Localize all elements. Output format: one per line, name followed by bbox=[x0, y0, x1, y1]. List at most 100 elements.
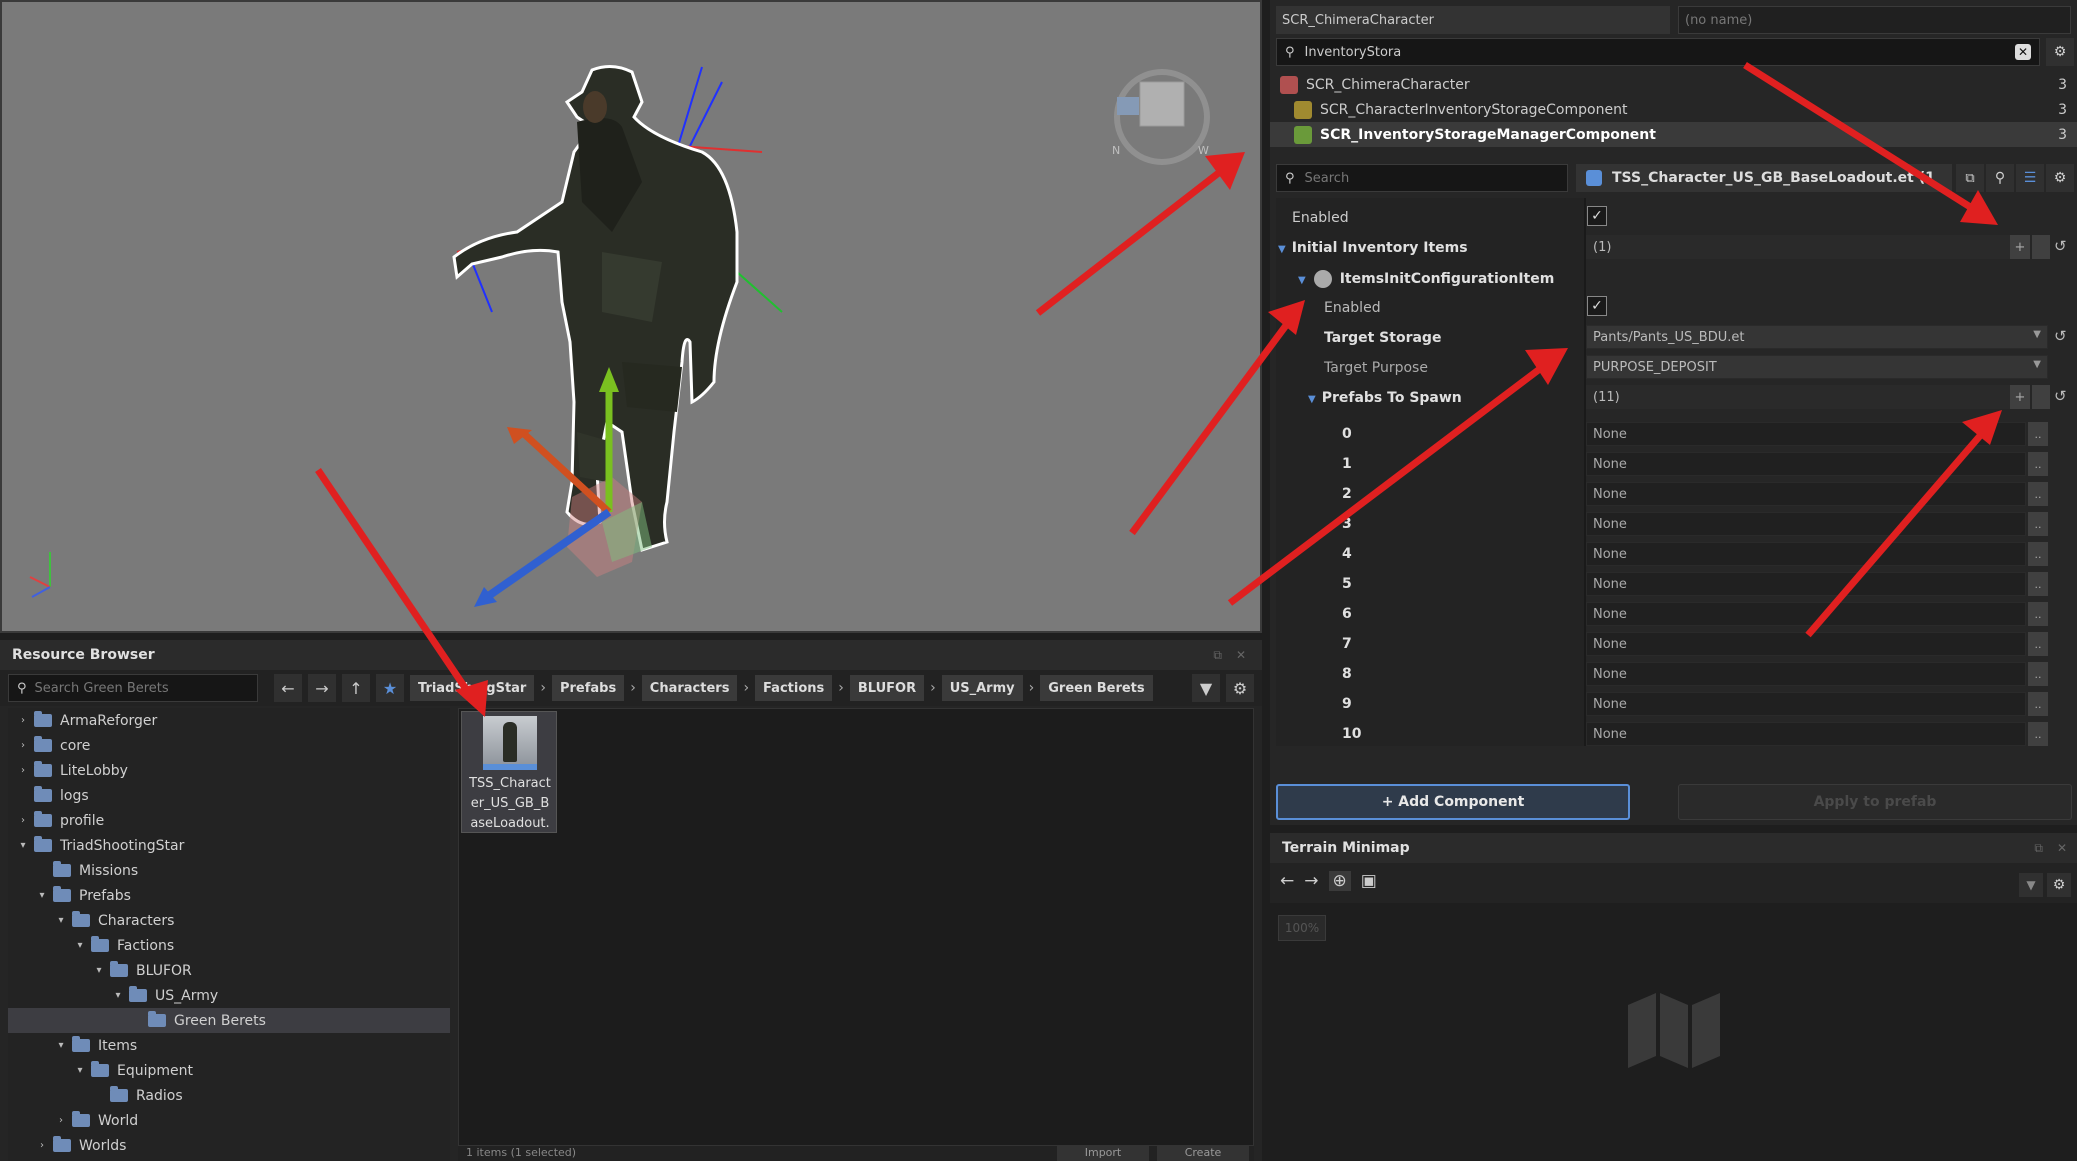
component-item[interactable]: SCR_InventoryStorageManagerComponent 3 bbox=[1270, 122, 2077, 147]
breadcrumb-item[interactable]: ngStar bbox=[475, 675, 535, 701]
close-panel-icon[interactable]: ✕ bbox=[1236, 648, 1246, 662]
browse-prefab-button[interactable]: .. bbox=[2028, 452, 2048, 476]
prefab-slot-field[interactable]: None bbox=[1586, 572, 2026, 596]
reset-icon[interactable]: ↺ bbox=[2054, 387, 2067, 405]
tree-item[interactable]: ▾ Prefabs bbox=[8, 883, 450, 908]
add-prefab-button[interactable]: + bbox=[2010, 385, 2030, 409]
array-menu-button[interactable] bbox=[2032, 385, 2050, 409]
chevron-icon[interactable]: ▾ bbox=[73, 1065, 87, 1076]
up-button[interactable]: ↑ bbox=[342, 674, 370, 702]
component-item[interactable]: SCR_CharacterInventoryStorageComponent 3 bbox=[1270, 97, 2077, 122]
browse-prefab-button[interactable]: .. bbox=[2028, 692, 2048, 716]
prefabs-to-spawn-label[interactable]: ▼ Prefabs To Spawn bbox=[1308, 390, 1462, 406]
tree-item[interactable]: ▾ Characters bbox=[8, 908, 450, 933]
filter-button[interactable]: ▼ bbox=[1192, 674, 1220, 702]
tree-item[interactable]: › ArmaReforger bbox=[8, 708, 450, 733]
minimap-canvas[interactable]: 100% bbox=[1270, 903, 2077, 1161]
tree-item[interactable]: ▾ Items bbox=[8, 1033, 450, 1058]
tree-item[interactable]: Radios bbox=[8, 1083, 450, 1108]
asset-tile[interactable]: TSS_Charact er_US_GB_B aseLoadout. bbox=[461, 711, 557, 833]
chevron-icon[interactable]: ▾ bbox=[73, 940, 87, 951]
scene-viewport[interactable]: N W bbox=[0, 0, 1262, 633]
entity-class-field[interactable]: SCR_ChimeraCharacter bbox=[1276, 6, 1670, 34]
tree-item[interactable]: Green Berets bbox=[8, 1008, 450, 1033]
undock-icon[interactable]: ⧉ bbox=[2034, 841, 2043, 856]
breadcrumb-item[interactable]: Characters bbox=[641, 675, 738, 701]
chevron-icon[interactable]: ▾ bbox=[16, 840, 30, 851]
chevron-icon[interactable]: ▾ bbox=[35, 890, 49, 901]
add-component-button[interactable]: + Add Component bbox=[1276, 784, 1630, 820]
browse-prefab-button[interactable]: .. bbox=[2028, 722, 2048, 746]
property-search-input[interactable]: ⚲ Search bbox=[1276, 164, 1568, 192]
chevron-icon[interactable]: › bbox=[54, 1115, 68, 1126]
add-item-button[interactable]: + bbox=[2010, 235, 2030, 259]
breadcrumb-item[interactable]: Factions bbox=[755, 675, 833, 701]
chevron-icon[interactable]: ▾ bbox=[54, 1040, 68, 1051]
prefab-slot-field[interactable]: None bbox=[1586, 542, 2026, 566]
browse-prefab-button[interactable]: .. bbox=[2028, 482, 2048, 506]
breadcrumb-item[interactable]: TriadSh bbox=[410, 675, 476, 701]
reset-icon[interactable]: ↺ bbox=[2054, 237, 2067, 255]
filter-icon[interactable]: ▼ bbox=[2019, 873, 2043, 897]
undock-icon[interactable]: ⧉ bbox=[1213, 648, 1222, 663]
browse-prefab-button[interactable]: .. bbox=[2028, 662, 2048, 686]
open-external-icon[interactable]: ⧉ bbox=[1956, 164, 1984, 192]
prefab-slot-field[interactable]: None bbox=[1586, 662, 2026, 686]
tree-item[interactable]: › LiteLobby bbox=[8, 758, 450, 783]
component-search-input[interactable]: ⚲ InventoryStora ✕ bbox=[1276, 38, 2040, 66]
tree-item[interactable]: ▾ Equipment bbox=[8, 1058, 450, 1083]
gear-icon[interactable]: ⚙ bbox=[2046, 164, 2074, 192]
clear-search-icon[interactable]: ✕ bbox=[2015, 44, 2031, 60]
import-button[interactable]: Import bbox=[1057, 1146, 1149, 1161]
breadcrumb-item[interactable]: Prefabs bbox=[551, 675, 625, 701]
create-button[interactable]: Create bbox=[1157, 1146, 1249, 1161]
prefab-slot-field[interactable]: None bbox=[1586, 722, 2026, 746]
chevron-icon[interactable]: ▾ bbox=[54, 915, 68, 926]
prefab-slot-field[interactable]: None bbox=[1586, 602, 2026, 626]
chevron-icon[interactable]: › bbox=[16, 715, 30, 726]
find-icon[interactable]: ⚲ bbox=[1986, 164, 2014, 192]
orientation-cube-icon[interactable]: N W bbox=[1112, 69, 1210, 165]
reset-icon[interactable]: ↺ bbox=[2054, 327, 2067, 345]
prefab-slot-field[interactable]: None bbox=[1586, 692, 2026, 716]
tree-item[interactable]: › core bbox=[8, 733, 450, 758]
browse-prefab-button[interactable]: .. bbox=[2028, 422, 2048, 446]
tree-item[interactable]: ▾ TriadShootingStar bbox=[8, 833, 450, 858]
browse-prefab-button[interactable]: .. bbox=[2028, 542, 2048, 566]
entity-name-field[interactable]: (no name) bbox=[1678, 6, 2071, 34]
favorite-button[interactable]: ★ bbox=[376, 674, 404, 702]
target-storage-dropdown[interactable]: Pants/Pants_US_BDU.et ▼ bbox=[1586, 325, 2048, 349]
chevron-icon[interactable]: › bbox=[16, 740, 30, 751]
enabled-checkbox[interactable]: ✓ bbox=[1587, 206, 1607, 226]
forward-button[interactable]: → bbox=[308, 674, 336, 702]
crosshair-icon[interactable]: ⊕ bbox=[1328, 871, 1351, 891]
prefab-link-field[interactable]: TSS_Character_US_GB_BaseLoadout.et (1 bbox=[1576, 164, 1952, 192]
chevron-icon[interactable]: ▾ bbox=[92, 965, 106, 976]
tree-item[interactable]: ▾ Factions bbox=[8, 933, 450, 958]
settings-button[interactable]: ⚙ bbox=[1226, 674, 1254, 702]
back-icon[interactable]: ← bbox=[1280, 871, 1294, 891]
tree-item[interactable]: › World bbox=[8, 1108, 450, 1133]
tree-item[interactable]: › profile bbox=[8, 808, 450, 833]
tree-item[interactable]: ▾ BLUFOR bbox=[8, 958, 450, 983]
prefab-slot-field[interactable]: None bbox=[1586, 452, 2026, 476]
prefab-slot-field[interactable]: None bbox=[1586, 512, 2026, 536]
chevron-icon[interactable]: ▾ bbox=[111, 990, 125, 1001]
resource-search-input[interactable]: ⚲ Search Green Berets bbox=[8, 674, 258, 702]
tree-item[interactable]: Missions bbox=[8, 858, 450, 883]
forward-icon[interactable]: → bbox=[1304, 871, 1318, 891]
gear-icon[interactable]: ⚙ bbox=[2047, 873, 2071, 897]
chevron-icon[interactable]: › bbox=[16, 815, 30, 826]
tree-item[interactable]: › Worlds bbox=[8, 1133, 450, 1158]
prefab-slot-field[interactable]: None bbox=[1586, 482, 2026, 506]
tree-item[interactable]: logs bbox=[8, 783, 450, 808]
tree-item[interactable]: ▾ US_Army bbox=[8, 983, 450, 1008]
apply-to-prefab-button[interactable]: Apply to prefab bbox=[1678, 784, 2072, 820]
array-menu-button[interactable] bbox=[2032, 235, 2050, 259]
browse-prefab-button[interactable]: .. bbox=[2028, 512, 2048, 536]
browse-prefab-button[interactable]: .. bbox=[2028, 602, 2048, 626]
target-purpose-dropdown[interactable]: PURPOSE_DEPOSIT ▼ bbox=[1586, 355, 2048, 379]
component-item[interactable]: SCR_ChimeraCharacter 3 bbox=[1270, 72, 2077, 97]
chevron-icon[interactable]: › bbox=[35, 1140, 49, 1151]
breadcrumb-item[interactable]: Green Berets bbox=[1040, 675, 1153, 701]
